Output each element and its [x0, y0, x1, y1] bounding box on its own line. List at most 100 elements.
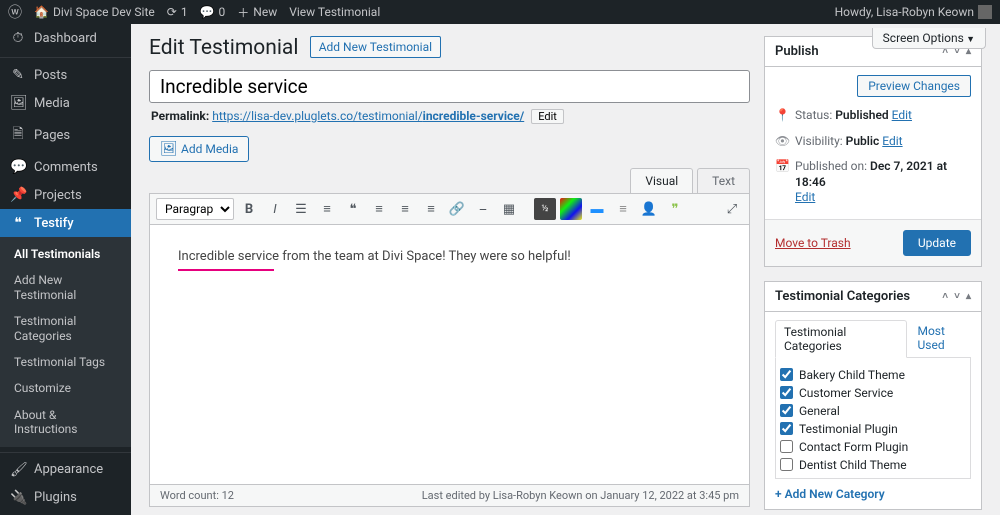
- separator: [524, 198, 530, 220]
- category-item[interactable]: Dentist Child Theme: [780, 456, 966, 474]
- tab-visual[interactable]: Visual: [630, 168, 693, 193]
- sidebar-item-appearance[interactable]: 🖌Appearance: [0, 456, 131, 484]
- category-checkbox[interactable]: [780, 404, 793, 417]
- updates-link[interactable]: ⟳ 1: [167, 5, 188, 19]
- category-label: Contact Form Plugin: [799, 440, 908, 454]
- more-icon[interactable]: ⎯: [472, 198, 494, 220]
- submenu-testify: All Testimonials Add New Testimonial Tes…: [0, 237, 131, 447]
- category-checkbox[interactable]: [780, 386, 793, 399]
- edit-status-link[interactable]: Edit: [892, 108, 912, 122]
- category-item[interactable]: Contact Form Plugin: [780, 438, 966, 456]
- tab-text[interactable]: Text: [697, 168, 750, 193]
- submenu-categories[interactable]: Testimonial Categories: [0, 308, 131, 349]
- color-icon[interactable]: [560, 198, 582, 220]
- preview-button[interactable]: Preview Changes: [857, 75, 971, 97]
- sidebar-item-comments[interactable]: 💬Comments: [0, 153, 131, 181]
- update-button[interactable]: Update: [903, 230, 971, 256]
- sidebar-item-label: Media: [34, 96, 70, 111]
- sidebar-item-label: Projects: [34, 188, 82, 203]
- sidebar-item-label: Testify: [34, 216, 74, 231]
- category-checkbox[interactable]: [780, 368, 793, 381]
- toggle-icon[interactable]: ▴: [966, 291, 971, 302]
- admin-bar: ⓦ 🏠 Divi Space Dev Site ⟳ 1 💬 0 ＋ New Vi…: [0, 0, 1000, 24]
- wp-logo-icon[interactable]: ⓦ: [8, 2, 22, 22]
- add-media-button[interactable]: 🖼 Add Media: [149, 136, 249, 162]
- cat-tab-all[interactable]: Testimonial Categories: [775, 320, 907, 358]
- person-icon[interactable]: 👤: [638, 198, 660, 220]
- post-title-input[interactable]: [149, 70, 750, 103]
- align-right-icon[interactable]: ≡: [420, 198, 442, 220]
- bold-icon[interactable]: B: [238, 198, 260, 220]
- category-checkbox[interactable]: [780, 458, 793, 471]
- bar-icon[interactable]: ▬: [586, 198, 608, 220]
- add-category-link[interactable]: + Add New Category: [775, 479, 885, 501]
- bullet-list-icon[interactable]: ☰: [290, 198, 312, 220]
- quote2-icon[interactable]: ❞: [664, 198, 686, 220]
- category-list: Bakery Child Theme Customer Service Genera…: [775, 358, 971, 479]
- view-link[interactable]: View Testimonial: [289, 5, 380, 19]
- submenu-about[interactable]: About & Instructions: [0, 402, 131, 443]
- sidebar-item-posts[interactable]: ✎Posts: [0, 61, 131, 89]
- sidebar-item-pages[interactable]: 🗎Pages: [0, 117, 131, 153]
- category-item[interactable]: Customer Service: [780, 384, 966, 402]
- plugin-icon: 🔌: [10, 490, 26, 506]
- sidebar-item-label: Comments: [34, 160, 98, 175]
- category-item[interactable]: General: [780, 402, 966, 420]
- category-item[interactable]: Bakery Child Theme: [780, 366, 966, 384]
- editor-content[interactable]: Incredible service from the team at Divi…: [149, 225, 750, 485]
- menu-separator: [0, 447, 131, 453]
- align-center-icon[interactable]: ≡: [394, 198, 416, 220]
- submenu-add-new[interactable]: Add New Testimonial: [0, 267, 131, 308]
- italic-icon[interactable]: I: [264, 198, 286, 220]
- sidebar-item-media[interactable]: 🖼Media: [0, 89, 131, 117]
- cat-tab-most-used[interactable]: Most Used: [917, 320, 971, 357]
- category-label: Bakery Child Theme: [799, 368, 905, 382]
- submenu-all-testimonials[interactable]: All Testimonials: [0, 241, 131, 267]
- comments-link[interactable]: 💬 0: [200, 5, 226, 19]
- trash-link[interactable]: Move to Trash: [775, 236, 851, 250]
- number-list-icon[interactable]: ≡: [316, 198, 338, 220]
- site-link[interactable]: 🏠 Divi Space Dev Site: [34, 5, 155, 19]
- submenu-tags[interactable]: Testimonial Tags: [0, 349, 131, 375]
- sidebar-item-testify[interactable]: ❝Testify: [0, 209, 131, 237]
- quote-icon[interactable]: ❝: [342, 198, 364, 220]
- page-title: Edit Testimonial: [149, 36, 298, 60]
- align-left-icon[interactable]: ≡: [368, 198, 390, 220]
- editor-footer: Word count: 12 Last edited by Lisa-Robyn…: [149, 485, 750, 507]
- plus-icon: ＋: [237, 4, 249, 21]
- editor-toolbar: Paragraph B I ☰ ≡ ❝ ≡ ≡ ≡ 🔗 ⎯ ▦ ½ ▬ ≡: [149, 193, 750, 225]
- category-checkbox[interactable]: [780, 422, 793, 435]
- format-select[interactable]: Paragraph: [156, 198, 234, 220]
- submenu-customize[interactable]: Customize: [0, 375, 131, 401]
- link-icon[interactable]: 🔗: [446, 198, 468, 220]
- permalink-label: Permalink:: [151, 109, 209, 123]
- sidebar-item-plugins[interactable]: 🔌Plugins: [0, 484, 131, 512]
- sidebar-item-users[interactable]: 👤Users: [0, 512, 131, 515]
- category-checkbox[interactable]: [780, 440, 793, 453]
- sidebar-item-projects[interactable]: 📌Projects: [0, 181, 131, 209]
- kitchen-sink-icon[interactable]: ▦: [498, 198, 520, 220]
- text-icon[interactable]: ≡: [612, 198, 634, 220]
- category-item[interactable]: Testimonial Plugin: [780, 420, 966, 438]
- site-name: Divi Space Dev Site: [53, 5, 155, 19]
- add-new-button[interactable]: Add New Testimonial: [310, 36, 441, 58]
- move-down-icon[interactable]: ˅: [954, 291, 960, 302]
- move-up-icon[interactable]: ˄: [942, 291, 948, 302]
- home-icon: 🏠: [34, 5, 49, 19]
- edit-visibility-link[interactable]: Edit: [882, 134, 902, 148]
- howdy-text: Howdy, Lisa-Robyn Keown: [835, 5, 974, 19]
- howdy-link[interactable]: Howdy, Lisa-Robyn Keown: [835, 5, 992, 19]
- category-label: Dentist Child Theme: [799, 458, 907, 472]
- new-link[interactable]: ＋ New: [237, 4, 277, 21]
- last-edited: Last edited by Lisa-Robyn Keown on Janua…: [422, 489, 739, 502]
- edit-date-link[interactable]: Edit: [795, 190, 815, 204]
- screen-options-toggle[interactable]: Screen Options: [872, 28, 986, 49]
- sidebar-item-dashboard[interactable]: ⏱Dashboard: [0, 24, 131, 52]
- half-icon[interactable]: ½: [534, 198, 556, 220]
- permalink-link[interactable]: https://lisa-dev.pluglets.co/testimonial…: [212, 109, 524, 123]
- permalink-edit-button[interactable]: Edit: [531, 109, 564, 124]
- sidebar-item-label: Posts: [34, 68, 67, 83]
- fullscreen-icon[interactable]: ⤢: [721, 198, 743, 220]
- word-count: 12: [222, 489, 234, 502]
- category-label: General: [799, 404, 840, 418]
